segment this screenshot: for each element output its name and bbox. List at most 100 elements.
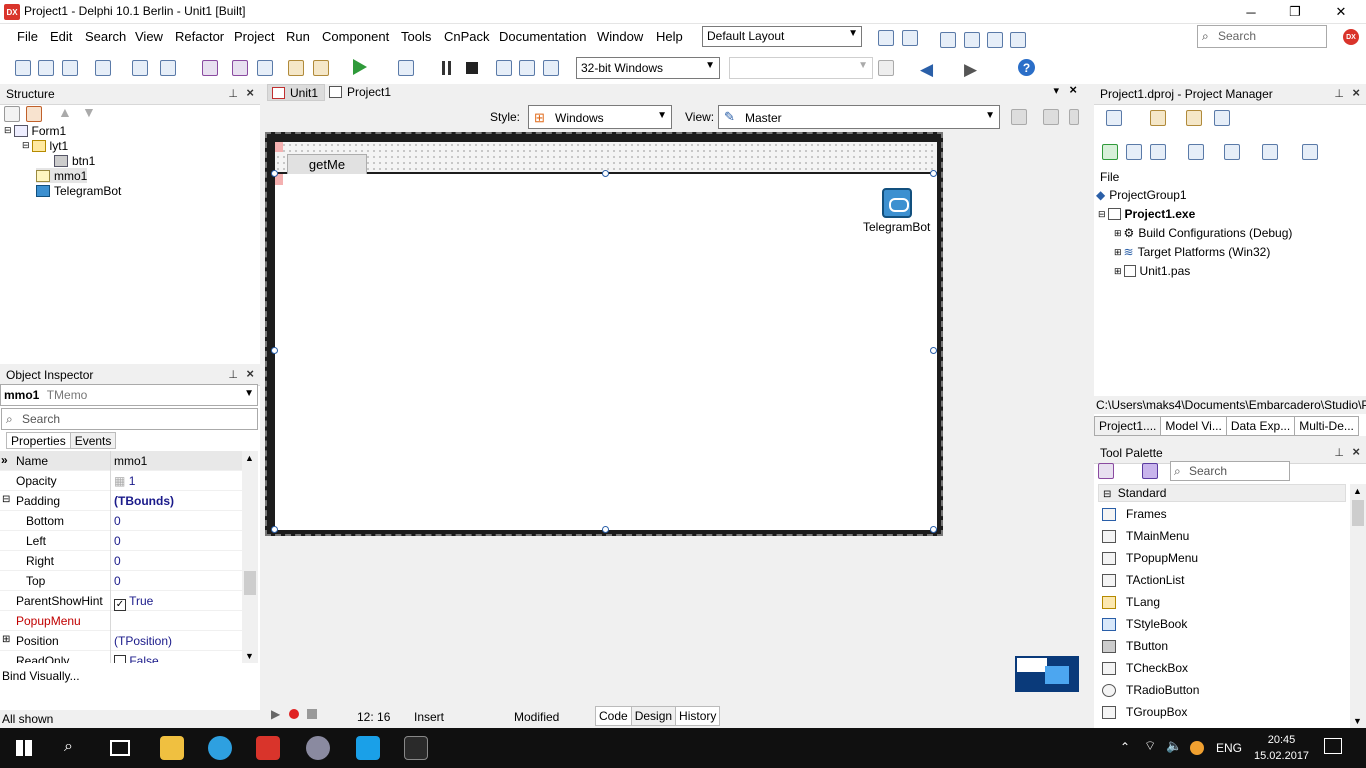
property-row[interactable]: Left 0: [0, 531, 242, 551]
property-value[interactable]: 0: [114, 554, 121, 568]
save-as-icon[interactable]: [62, 60, 78, 76]
taskbar-clock[interactable]: 20:45 15.02.2017: [1254, 732, 1309, 764]
stop-icon[interactable]: [466, 62, 478, 74]
palette-item-tbutton[interactable]: TButton: [1102, 636, 1168, 656]
menu-view[interactable]: View: [135, 29, 163, 44]
palette-search-input[interactable]: ⌕ Search: [1170, 461, 1290, 481]
property-row[interactable]: » Name mmo1: [0, 451, 242, 471]
view-select[interactable]: ✎ Master ▼: [718, 105, 1000, 129]
category-standard[interactable]: ⊟ Standard: [1098, 484, 1346, 502]
chat-icon[interactable]: [987, 32, 1003, 48]
menu-component[interactable]: Component: [322, 29, 389, 44]
structure-tool-icon[interactable]: [4, 106, 20, 122]
property-row[interactable]: ParentShowHint ✓ True: [0, 591, 242, 611]
memo-mmo1[interactable]: [271, 170, 937, 533]
save-icon[interactable]: [202, 60, 218, 76]
layout-lyt1[interactable]: getMe: [275, 142, 937, 175]
resize-handle[interactable]: [271, 347, 278, 354]
open-icon[interactable]: [38, 60, 54, 76]
layout-switch-icon[interactable]: [902, 30, 918, 46]
checkbox-unchecked-icon[interactable]: [114, 655, 126, 663]
menu-refactor[interactable]: Refactor: [175, 29, 224, 44]
pointer-icon[interactable]: [1142, 463, 1158, 479]
menu-tools[interactable]: Tools: [401, 29, 431, 44]
expand-icon[interactable]: ⊞: [2, 634, 10, 645]
pm-new-icon[interactable]: [1106, 110, 1122, 126]
palette-item-tstylebook[interactable]: TStyleBook: [1102, 614, 1187, 634]
tab-data-explorer[interactable]: Data Exp...: [1225, 416, 1296, 436]
property-row[interactable]: Opacity ▦ 1: [0, 471, 242, 491]
close-icon[interactable]: ×: [246, 366, 254, 381]
palette-item-frames[interactable]: Frames: [1102, 504, 1167, 524]
pm-node-projectgroup1[interactable]: ◆ ProjectGroup1: [1096, 188, 1187, 202]
pause-icon[interactable]: [442, 61, 445, 75]
menu-file[interactable]: File: [17, 29, 38, 44]
resize-handle[interactable]: [602, 526, 609, 533]
palette-scrollbar[interactable]: ▲ ▼: [1350, 484, 1366, 728]
palette-item-tradiobutton[interactable]: TRadioButton: [1102, 680, 1199, 700]
delphi-app-icon[interactable]: [256, 736, 280, 760]
property-row[interactable]: ReadOnly False: [0, 651, 242, 663]
pm-folder-icon[interactable]: [1186, 110, 1202, 126]
help-icon[interactable]: ?: [1018, 59, 1035, 76]
oi-search-input[interactable]: ⌕ Search: [1, 408, 258, 430]
resize-handle[interactable]: [930, 170, 937, 177]
property-value[interactable]: 0: [114, 514, 121, 528]
property-value[interactable]: (TBounds): [114, 494, 174, 508]
pm-node-project1-exe[interactable]: ⊟ Project1.exe: [1098, 207, 1195, 221]
browser-app-icon[interactable]: [306, 736, 330, 760]
tab-history[interactable]: History: [675, 706, 721, 726]
property-row[interactable]: ⊟ Padding (TBounds): [0, 491, 242, 511]
pm-node-unit1-pas[interactable]: ⊞ Unit1.pas: [1114, 264, 1190, 278]
property-value[interactable]: 0: [114, 534, 121, 548]
tab-project-manager[interactable]: Project1....: [1094, 416, 1162, 436]
close-icon[interactable]: ×: [1352, 85, 1360, 100]
component-selector[interactable]: mmo1 TMemo ▼: [0, 384, 258, 406]
form-preview-thumbnail[interactable]: [1015, 656, 1079, 692]
resize-handle[interactable]: [930, 347, 937, 354]
resize-handle[interactable]: [271, 170, 278, 177]
property-value[interactable]: (TPosition): [114, 634, 172, 648]
close-icon[interactable]: ×: [1069, 82, 1077, 97]
menu-edit[interactable]: Edit: [50, 29, 72, 44]
menu-documentation[interactable]: Documentation: [499, 29, 586, 44]
pm-list-icon[interactable]: [1188, 144, 1204, 160]
pin-icon[interactable]: ⊥: [1334, 446, 1344, 459]
pm-node-build-configurations[interactable]: ⊞ ⚙ Build Configurations (Debug): [1114, 226, 1292, 240]
menu-help[interactable]: Help: [656, 29, 683, 44]
palette-item-tcheckbox[interactable]: TCheckBox: [1102, 658, 1188, 678]
new-file-icon[interactable]: [15, 60, 31, 76]
forward-arrow-icon[interactable]: ▶: [964, 60, 977, 80]
chevron-up-icon[interactable]: ⌃: [1120, 740, 1130, 754]
layout-save-icon[interactable]: [878, 30, 894, 46]
style-select[interactable]: ⊞ Windows ▼: [528, 105, 672, 129]
file-explorer-icon[interactable]: [160, 736, 184, 760]
search-icon[interactable]: ⌕: [64, 738, 73, 756]
structure-delete-icon[interactable]: [26, 106, 42, 122]
volume-icon[interactable]: 🔈: [1166, 738, 1182, 754]
view-lock-icon[interactable]: [1069, 109, 1079, 125]
open-project-icon[interactable]: [160, 60, 176, 76]
property-row[interactable]: Top 0: [0, 571, 242, 591]
pm-sync-icon[interactable]: [1102, 144, 1118, 160]
folder-remove-icon[interactable]: [313, 60, 329, 76]
menu-run[interactable]: Run: [286, 29, 310, 44]
tree-node-lyt1[interactable]: ⊟ lyt1: [22, 138, 68, 153]
property-value[interactable]: False: [114, 654, 159, 663]
palette-item-tactionlist[interactable]: TActionList: [1102, 570, 1184, 590]
target-platform-select[interactable]: 32-bit Windows ▼: [576, 57, 720, 79]
pm-collapse-icon[interactable]: [1150, 144, 1166, 160]
maximize-button[interactable]: ❐: [1272, 0, 1318, 24]
pin-icon[interactable]: ⊥: [228, 368, 238, 381]
tab-multi-device[interactable]: Multi-De...: [1294, 416, 1359, 436]
palette-item-tlang[interactable]: TLang: [1102, 592, 1160, 612]
mail-icon[interactable]: [940, 32, 956, 48]
ide-search-input[interactable]: ⌕ Search: [1197, 25, 1327, 48]
property-row[interactable]: PopupMenu: [0, 611, 242, 631]
configuration-select[interactable]: ▼: [729, 57, 873, 79]
tab-list-icon[interactable]: ▾: [1053, 84, 1059, 97]
view-remove-icon[interactable]: [1043, 109, 1059, 125]
tree-node-mmo1[interactable]: mmo1: [36, 168, 88, 183]
language-indicator[interactable]: ENG: [1216, 741, 1242, 755]
tab-model-view[interactable]: Model Vi...: [1160, 416, 1227, 436]
